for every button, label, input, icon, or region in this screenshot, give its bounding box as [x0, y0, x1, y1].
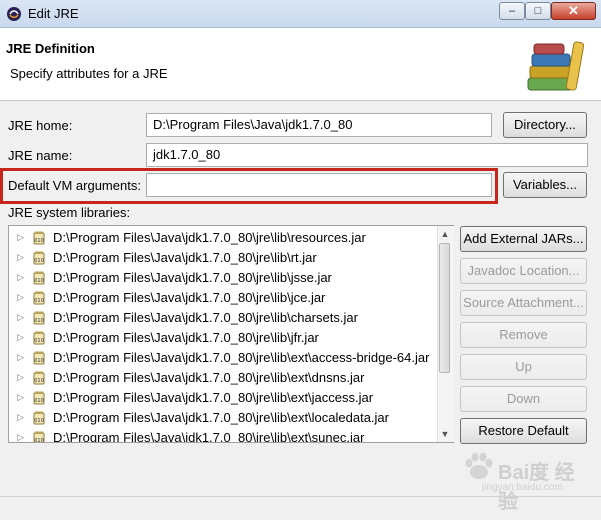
- chevron-right-icon[interactable]: ▷: [17, 372, 24, 383]
- svg-text:010: 010: [34, 398, 44, 404]
- jar-icon: 010: [33, 391, 45, 405]
- jar-icon: 010: [33, 231, 45, 245]
- chevron-right-icon[interactable]: ▷: [17, 312, 24, 323]
- library-path: D:\Program Files\Java\jdk1.7.0_80\jre\li…: [53, 370, 365, 385]
- minimize-button[interactable]: –: [499, 2, 525, 20]
- window-title: Edit JRE: [28, 6, 79, 21]
- vm-args-input[interactable]: [146, 173, 492, 197]
- chevron-right-icon[interactable]: ▷: [17, 412, 24, 423]
- svg-text:010: 010: [34, 438, 44, 443]
- watermark-url: jingyan.baidu.com: [482, 482, 563, 493]
- list-item[interactable]: ▷ 010 D:\Program Files\Java\jdk1.7.0_80\…: [9, 288, 439, 308]
- library-path: D:\Program Files\Java\jdk1.7.0_80\jre\li…: [53, 390, 374, 405]
- svg-text:010: 010: [34, 278, 44, 284]
- library-path: D:\Program Files\Java\jdk1.7.0_80\jre\li…: [53, 410, 389, 425]
- chevron-right-icon[interactable]: ▷: [17, 272, 24, 283]
- list-item[interactable]: ▷ 010 D:\Program Files\Java\jdk1.7.0_80\…: [9, 388, 439, 408]
- list-item[interactable]: ▷ 010 D:\Program Files\Java\jdk1.7.0_80\…: [9, 428, 439, 443]
- chevron-right-icon[interactable]: ▷: [17, 332, 24, 343]
- chevron-right-icon[interactable]: ▷: [17, 352, 24, 363]
- directory-button[interactable]: Directory...: [503, 112, 587, 138]
- header-subtitle: Specify attributes for a JRE: [10, 66, 168, 81]
- variables-button[interactable]: Variables...: [503, 172, 587, 198]
- library-path: D:\Program Files\Java\jdk1.7.0_80\jre\li…: [53, 230, 366, 245]
- jar-icon: 010: [33, 291, 45, 305]
- svg-text:010: 010: [34, 318, 44, 324]
- scroll-down-icon[interactable]: ▼: [437, 426, 453, 442]
- list-item[interactable]: ▷ 010 D:\Program Files\Java\jdk1.7.0_80\…: [9, 408, 439, 428]
- list-item[interactable]: ▷ 010 D:\Program Files\Java\jdk1.7.0_80\…: [9, 328, 439, 348]
- books-icon: [527, 41, 584, 91]
- jar-icon: 010: [33, 271, 45, 285]
- jar-icon: 010: [33, 331, 45, 345]
- svg-text:010: 010: [34, 358, 44, 364]
- jre-home-label: JRE home:: [8, 118, 73, 133]
- library-path: D:\Program Files\Java\jdk1.7.0_80\jre\li…: [53, 250, 317, 265]
- remove-button[interactable]: Remove: [460, 322, 587, 348]
- list-item[interactable]: ▷ 010 D:\Program Files\Java\jdk1.7.0_80\…: [9, 348, 439, 368]
- dialog-header: JRE Definition Specify attributes for a …: [0, 28, 601, 101]
- svg-text:010: 010: [34, 378, 44, 384]
- svg-text:010: 010: [34, 258, 44, 264]
- chevron-right-icon[interactable]: ▷: [17, 292, 24, 303]
- maximize-button[interactable]: □: [525, 2, 551, 20]
- chevron-right-icon[interactable]: ▷: [17, 392, 24, 403]
- chevron-right-icon[interactable]: ▷: [17, 232, 24, 243]
- jar-icon: 010: [33, 411, 45, 425]
- jre-name-input[interactable]: jdk1.7.0_80: [146, 143, 588, 167]
- down-button[interactable]: Down: [460, 386, 587, 412]
- jar-icon: 010: [33, 251, 45, 265]
- bottom-divider: [0, 496, 601, 497]
- libraries-label: JRE system libraries:: [8, 205, 131, 220]
- list-item[interactable]: ▷ 010 D:\Program Files\Java\jdk1.7.0_80\…: [9, 368, 439, 388]
- svg-text:010: 010: [34, 338, 44, 344]
- library-path: D:\Program Files\Java\jdk1.7.0_80\jre\li…: [53, 290, 326, 305]
- library-path: D:\Program Files\Java\jdk1.7.0_80\jre\li…: [53, 330, 319, 345]
- source-attachment-button[interactable]: Source Attachment...: [460, 290, 587, 316]
- svg-text:010: 010: [34, 238, 44, 244]
- svg-text:010: 010: [34, 298, 44, 304]
- library-path: D:\Program Files\Java\jdk1.7.0_80\jre\li…: [53, 310, 358, 325]
- chevron-right-icon[interactable]: ▷: [17, 252, 24, 263]
- jar-icon: 010: [33, 351, 45, 365]
- jar-icon: 010: [33, 371, 45, 385]
- header-title: JRE Definition: [6, 41, 95, 56]
- library-path: D:\Program Files\Java\jdk1.7.0_80\jre\li…: [53, 350, 430, 365]
- libraries-list[interactable]: ▷ 010 D:\Program Files\Java\jdk1.7.0_80\…: [8, 225, 454, 443]
- chevron-right-icon[interactable]: ▷: [17, 432, 24, 442]
- scroll-thumb[interactable]: [439, 243, 450, 373]
- list-item[interactable]: ▷ 010 D:\Program Files\Java\jdk1.7.0_80\…: [9, 268, 439, 288]
- paw-icon: [465, 452, 493, 479]
- library-path: D:\Program Files\Java\jdk1.7.0_80\jre\li…: [53, 430, 365, 443]
- jre-name-label: JRE name:: [8, 148, 73, 163]
- jar-icon: 010: [33, 431, 45, 443]
- library-path: D:\Program Files\Java\jdk1.7.0_80\jre\li…: [53, 270, 332, 285]
- close-button[interactable]: ✕: [551, 2, 596, 20]
- up-button[interactable]: Up: [460, 354, 587, 380]
- javadoc-location-button[interactable]: Javadoc Location...: [460, 258, 587, 284]
- add-external-jars-button[interactable]: Add External JARs...: [460, 226, 587, 252]
- eclipse-icon: [7, 7, 21, 21]
- jre-home-input[interactable]: D:\Program Files\Java\jdk1.7.0_80: [146, 113, 492, 137]
- svg-text:010: 010: [34, 418, 44, 424]
- vm-args-label: Default VM arguments:: [8, 178, 141, 193]
- jar-icon: 010: [33, 311, 45, 325]
- list-item[interactable]: ▷ 010 D:\Program Files\Java\jdk1.7.0_80\…: [9, 248, 439, 268]
- restore-default-button[interactable]: Restore Default: [460, 418, 587, 444]
- list-item[interactable]: ▷ 010 D:\Program Files\Java\jdk1.7.0_80\…: [9, 308, 439, 328]
- watermark: Bai度 经验 jingyan.baidu.com: [462, 450, 592, 513]
- list-item[interactable]: ▷ 010 D:\Program Files\Java\jdk1.7.0_80\…: [9, 228, 439, 248]
- scroll-up-icon[interactable]: ▲: [437, 226, 453, 242]
